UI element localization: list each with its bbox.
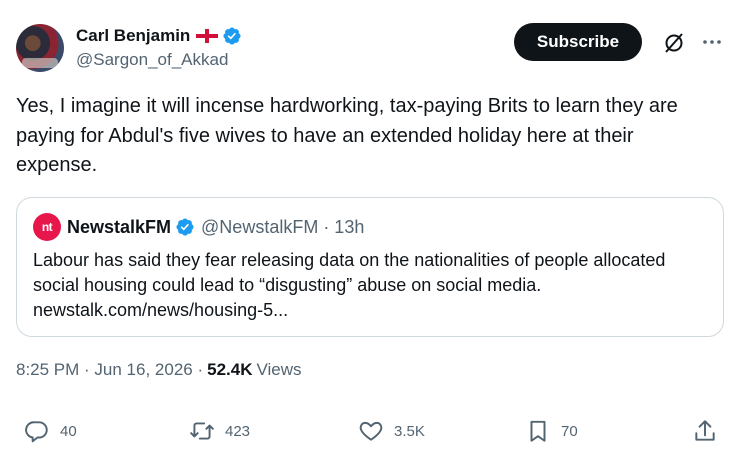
tweet-text: Yes, I imagine it will incense hardworki…: [16, 95, 678, 176]
verified-badge-icon: [176, 218, 194, 236]
repost-count: 423: [225, 422, 251, 440]
heart-icon: [359, 421, 383, 441]
reply-button[interactable]: 40: [24, 418, 77, 444]
author-names: Carl Benjamin @Sargon_of_Akkad: [76, 25, 242, 70]
author-avatar[interactable]: [16, 24, 64, 72]
views-count: 52.4K: [207, 360, 253, 379]
repost-icon: [190, 422, 214, 440]
action-bar: 40 423 3.5K 70: [0, 418, 746, 450]
repost-button[interactable]: 423: [189, 418, 250, 444]
quoted-handle-time: @NewstalkFM · 13h: [201, 216, 365, 237]
bookmark-count: 70: [561, 422, 578, 440]
author-display-name[interactable]: Carl Benjamin: [76, 26, 190, 46]
quoted-display-name[interactable]: NewstalkFM: [67, 217, 171, 238]
reply-icon: [25, 421, 48, 443]
subscribe-button[interactable]: Subscribe: [514, 23, 642, 61]
bookmark-icon: [530, 420, 546, 442]
verified-badge-icon[interactable]: [222, 26, 242, 46]
like-count: 3.5K: [394, 422, 425, 440]
author-handle[interactable]: @Sargon_of_Akkad: [76, 50, 242, 70]
bookmark-button[interactable]: 70: [525, 418, 578, 444]
share-button[interactable]: [692, 418, 718, 444]
like-button[interactable]: 3.5K: [358, 418, 425, 444]
tweet-timestamp[interactable]: 8:25 PM · Jun 16, 2026 ·: [16, 360, 203, 380]
england-flag-icon: [196, 29, 219, 43]
share-icon: [695, 420, 715, 441]
reply-count: 40: [60, 422, 77, 440]
more-options-icon[interactable]: [700, 30, 724, 54]
grok-icon[interactable]: [662, 31, 686, 55]
views-label: Views: [256, 360, 302, 379]
quoted-tweet-text: Labour has said they fear releasing data…: [33, 250, 666, 320]
quoted-tweet-card[interactable]: nt NewstalkFM @NewstalkFM · 13h Labour h…: [16, 197, 724, 337]
tweet-header: Carl Benjamin @Sargon_of_Akkad Subscribe: [16, 16, 730, 76]
quoted-tweet-header: nt NewstalkFM @NewstalkFM · 13h: [33, 213, 365, 241]
newstalk-logo[interactable]: nt: [33, 213, 61, 241]
tweet-meta: 8:25 PM · Jun 16, 2026 · 52.4K Views: [16, 360, 302, 380]
